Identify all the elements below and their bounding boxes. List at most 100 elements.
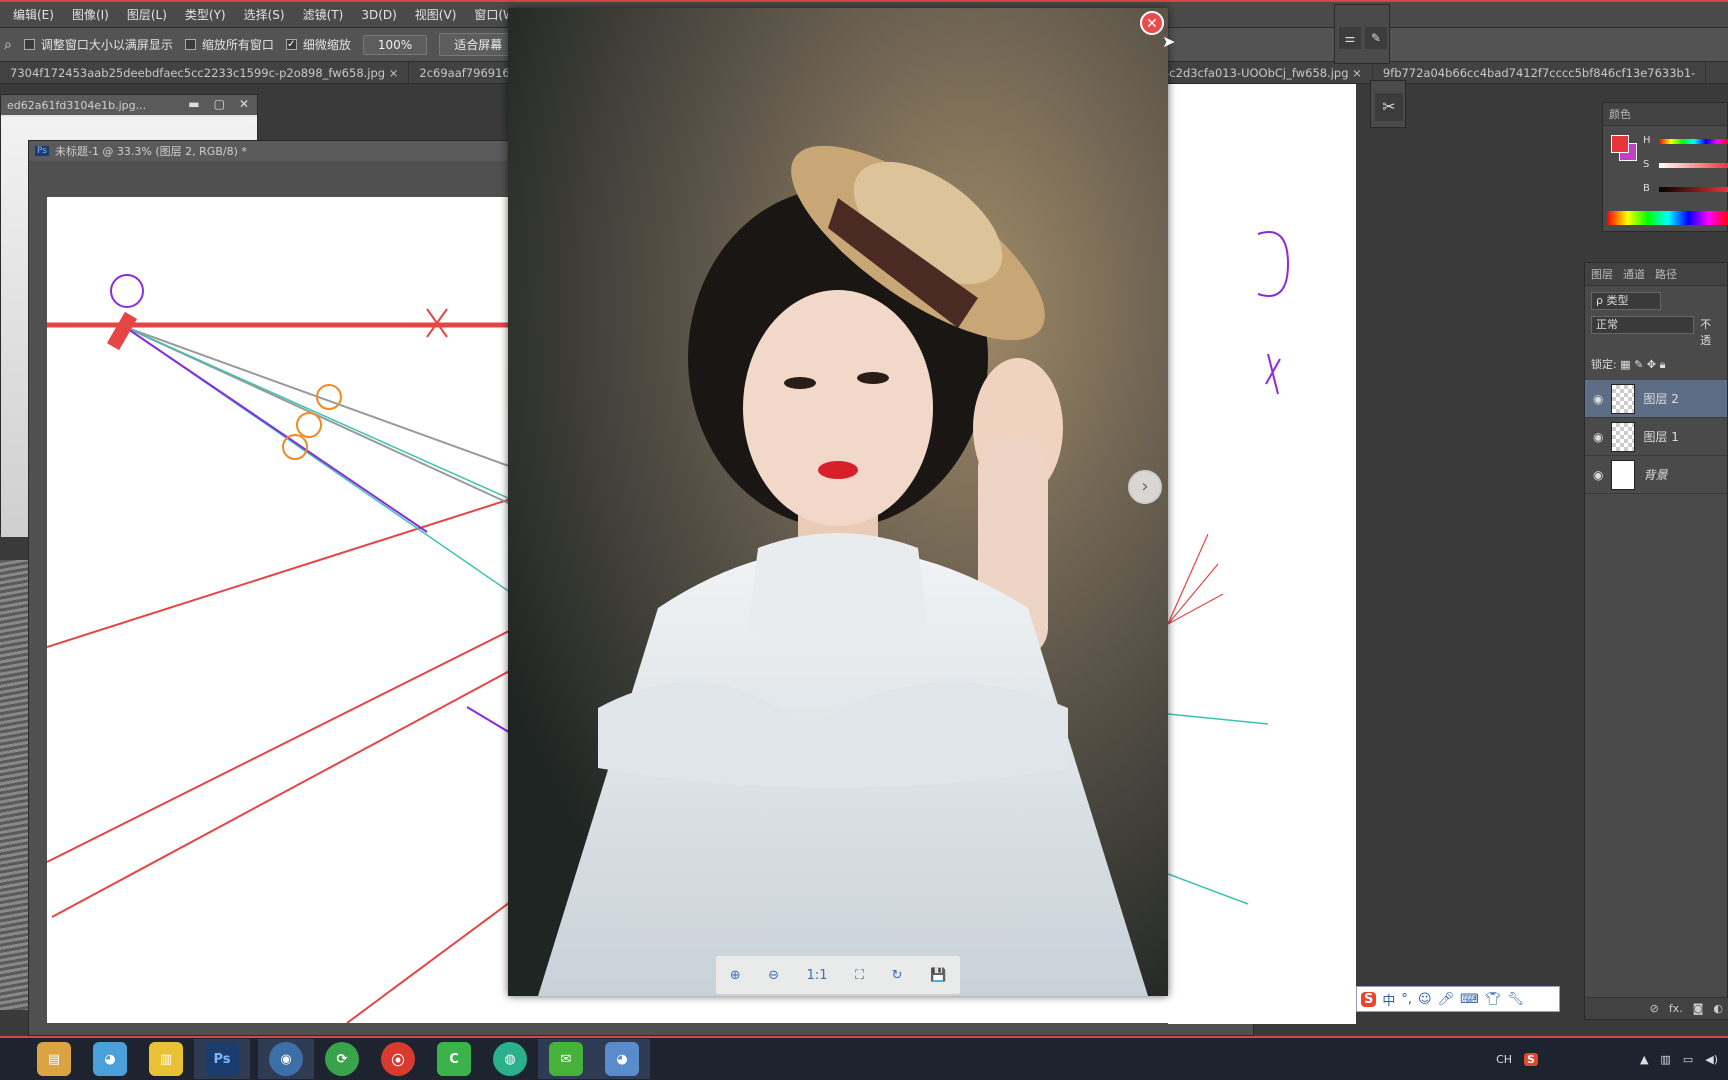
- c-app-icon: C: [437, 1042, 471, 1076]
- eye-icon[interactable]: ◉: [1593, 430, 1603, 444]
- punctuation-icon[interactable]: °,: [1401, 992, 1412, 1007]
- link-layers-icon[interactable]: ⊘: [1650, 1002, 1659, 1015]
- lock-pixels-icon[interactable]: ▦: [1620, 358, 1630, 371]
- lock-move-icon[interactable]: ✥: [1647, 358, 1656, 371]
- display-icon[interactable]: ▭: [1683, 1053, 1693, 1066]
- language-indicator[interactable]: CH: [1496, 1053, 1512, 1066]
- menu-type[interactable]: 类型(Y): [176, 6, 235, 23]
- texture-strip: [0, 560, 28, 1010]
- small-window-titlebar[interactable]: ed62a61fd3104e1b.jpg... ▬ ▢ ✕: [1, 95, 257, 115]
- taskbar-photoshop[interactable]: Ps: [194, 1039, 250, 1079]
- small-window-title: ed62a61fd3104e1b.jpg...: [7, 98, 147, 112]
- saturation-slider[interactable]: [1659, 163, 1728, 168]
- tab-doc-4[interactable]: 9fb772a04b66cc4bad7412f7cccc5bf846cf13e7…: [1373, 61, 1707, 84]
- taskbar-explorer[interactable]: ▤: [26, 1039, 82, 1079]
- brightness-slider[interactable]: [1659, 187, 1728, 192]
- menu-image[interactable]: 图像(I): [63, 6, 118, 23]
- spectrum-bar[interactable]: [1607, 211, 1728, 225]
- scrubby-checkbox[interactable]: ✓: [285, 39, 297, 50]
- mic-icon[interactable]: 🎤︎: [1438, 992, 1455, 1007]
- taskbar-qq2[interactable]: ◕: [594, 1039, 650, 1079]
- document-title: 未标题-1 @ 33.3% (图层 2, RGB/8) *: [54, 145, 247, 158]
- taskbar: ▤ ◕ ▥ Ps ◉ ⟳ ⦿ C ◍ ✉ ◕ CH S ▲ ▥ ▭ ◀): [0, 1036, 1728, 1080]
- save-icon[interactable]: 💾: [930, 968, 946, 983]
- taskbar-wps[interactable]: ◍: [482, 1039, 538, 1079]
- tab-paths[interactable]: 路径: [1655, 266, 1677, 282]
- viewer-next-button[interactable]: ›: [1128, 470, 1162, 504]
- viewer-close-button[interactable]: ✕: [1140, 11, 1164, 35]
- layer-row-1[interactable]: ◉ 图层 1: [1585, 418, 1727, 456]
- network-icon[interactable]: ▥: [1660, 1053, 1670, 1066]
- wps-icon: ◍: [493, 1042, 527, 1076]
- menu-3d[interactable]: 3D(D): [352, 8, 405, 22]
- layer-thumbnail: [1611, 459, 1636, 490]
- hue-slider[interactable]: [1659, 139, 1728, 144]
- add-mask-icon[interactable]: ◙: [1693, 1002, 1704, 1015]
- zoom-all-checkbox[interactable]: [184, 39, 196, 50]
- foreground-color-swatch[interactable]: [1611, 135, 1629, 153]
- emoji-icon[interactable]: ☺: [1418, 992, 1432, 1007]
- h-label: H: [1643, 135, 1651, 146]
- penguin-icon: ◕: [605, 1042, 639, 1076]
- zoom-tool-icon[interactable]: ⌕: [4, 37, 12, 53]
- eye-icon[interactable]: ◉: [1593, 468, 1603, 482]
- taskbar-qq[interactable]: ◕: [82, 1039, 138, 1079]
- layer-thumbnail: [1611, 421, 1636, 452]
- zoom-100-button[interactable]: 100%: [362, 34, 428, 55]
- zoom-all-option[interactable]: 缩放所有窗口: [184, 36, 274, 53]
- keyboard-icon[interactable]: ⌨: [1460, 992, 1479, 1007]
- zoom-out-icon[interactable]: ⊖: [768, 968, 779, 983]
- fit-screen-button[interactable]: 适合屏幕: [439, 33, 518, 56]
- portrait-photo: [508, 8, 1168, 996]
- fullscreen-icon[interactable]: ⛶: [855, 968, 864, 983]
- color-panel: 颜色 H S B: [1602, 102, 1728, 232]
- ime-mode-label[interactable]: 中: [1382, 990, 1395, 1009]
- tray-expand-icon[interactable]: ▲: [1640, 1053, 1648, 1066]
- layer-row-background[interactable]: ◉ 背景: [1585, 456, 1727, 494]
- notes-icon: ▥: [149, 1042, 183, 1076]
- taskbar-notes[interactable]: ▥: [138, 1039, 194, 1079]
- rotate-icon[interactable]: ↻: [892, 968, 903, 983]
- layer-name: 图层 1: [1643, 430, 1679, 444]
- close-button[interactable]: ✕: [239, 97, 249, 111]
- taskbar-browser[interactable]: ◉: [258, 1039, 314, 1079]
- taskbar-wechat[interactable]: ✉: [538, 1039, 594, 1079]
- taskbar-c-app[interactable]: C: [426, 1039, 482, 1079]
- tab-color[interactable]: 颜色: [1609, 106, 1631, 122]
- lock-brush-icon[interactable]: ✎: [1634, 358, 1643, 371]
- minimize-button[interactable]: ▬: [188, 97, 199, 111]
- adjustment-layer-icon[interactable]: ◐: [1713, 1002, 1723, 1015]
- eye-icon[interactable]: ◉: [1593, 392, 1603, 406]
- taskbar-sync[interactable]: ⟳: [314, 1039, 370, 1079]
- zoom-in-icon[interactable]: ⊕: [730, 968, 741, 983]
- layers-panel: 图层 通道 路径 ρ 类型 正常 不透 锁定: ▦ ✎ ✥ 🔒︎ ◉ 图层 2 …: [1584, 262, 1728, 1020]
- maximize-button[interactable]: ▢: [214, 97, 225, 111]
- layer-row-2[interactable]: ◉ 图层 2: [1585, 380, 1727, 418]
- brush-icon[interactable]: ✎: [1365, 27, 1387, 49]
- fx-button[interactable]: fx.: [1669, 1002, 1683, 1015]
- resize-checkbox[interactable]: [23, 39, 35, 50]
- scissors-icon[interactable]: ✂: [1375, 93, 1403, 121]
- tab-channels[interactable]: 通道: [1623, 266, 1645, 282]
- menu-edit[interactable]: 编辑(E): [4, 6, 63, 23]
- menu-filter[interactable]: 滤镜(T): [294, 6, 353, 23]
- menu-select[interactable]: 选择(S): [235, 6, 294, 23]
- menu-view[interactable]: 视图(V): [406, 6, 466, 23]
- sogou-tray-icon[interactable]: S: [1524, 1052, 1538, 1066]
- menu-layer[interactable]: 图层(L): [118, 6, 176, 23]
- blend-mode-select[interactable]: 正常: [1591, 316, 1695, 334]
- actual-size-button[interactable]: 1:1: [807, 968, 828, 983]
- volume-icon[interactable]: ◀): [1705, 1053, 1718, 1066]
- adjustments-icon[interactable]: ⚌: [1339, 27, 1361, 49]
- tab-doc-1[interactable]: 7304f172453aab25deebdfaec5cc2233c1599c-p…: [0, 61, 410, 84]
- scrubby-zoom-option[interactable]: ✓ 细微缩放: [285, 36, 351, 53]
- settings-icon[interactable]: 🔧︎: [1507, 992, 1524, 1007]
- tab-layers[interactable]: 图层: [1591, 266, 1613, 282]
- sogou-icon[interactable]: S: [1361, 991, 1377, 1007]
- taskbar-music[interactable]: ⦿: [370, 1039, 426, 1079]
- layer-thumbnail: [1611, 383, 1636, 414]
- skin-icon[interactable]: 👕︎: [1485, 992, 1502, 1007]
- lock-all-icon[interactable]: 🔒︎: [1660, 358, 1666, 371]
- layer-filter-select[interactable]: ρ 类型: [1591, 292, 1661, 310]
- resize-windows-option[interactable]: 调整窗口大小以满屏显示: [23, 36, 173, 53]
